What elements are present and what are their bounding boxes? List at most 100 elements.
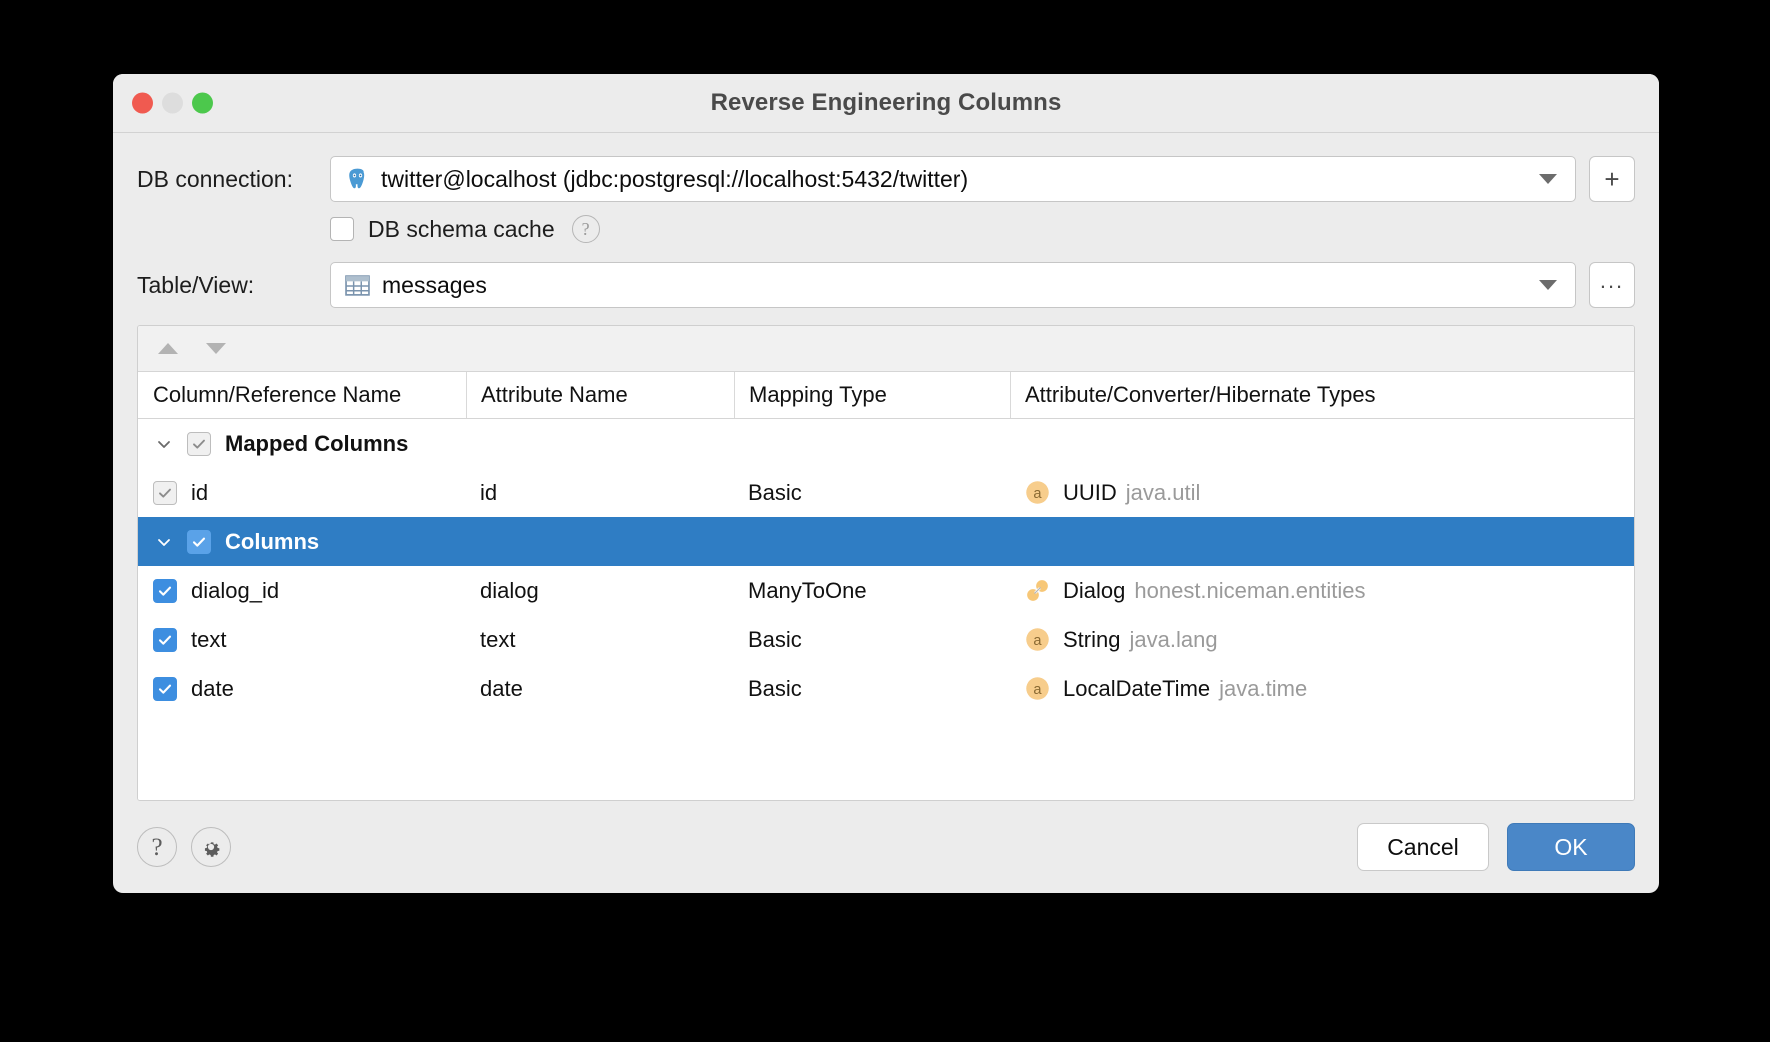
question-mark-icon: ? [151,833,163,861]
header-attribute-converter-hibernate-types[interactable]: Attribute/Converter/Hibernate Types [1010,372,1634,418]
row-type-package: java.lang [1129,626,1218,652]
db-connection-label: DB connection: [137,165,293,192]
row-name-cell: dialog_id [138,566,466,615]
close-button[interactable] [132,92,153,114]
entity-relation-icon [1027,580,1048,601]
db-schema-cache-label: DB schema cache [368,215,555,242]
table-row[interactable]: dialog_id dialog ManyToOne Dialog honest… [138,566,1634,615]
row-name-cell: Mapped Columns [138,419,466,468]
minimize-button[interactable] [162,92,183,114]
row-type-name: String [1063,626,1121,652]
chevron-down-icon[interactable] [153,533,175,551]
db-schema-cache-help-icon[interactable]: ? [571,215,600,243]
table-row[interactable]: Mapped Columns [138,419,1634,468]
table-row[interactable]: id id Basic a UUID java.util [138,468,1634,517]
attribute-icon: a [1026,481,1049,504]
move-down-icon[interactable] [206,343,226,354]
dialog-footer: ? Cancel OK [113,801,1659,893]
zoom-button[interactable] [192,92,213,114]
columns-table-body: Mapped Columns id id Basic a UUID java.u… [138,419,1634,800]
row-mapping-cell: Basic [748,626,802,652]
add-connection-button[interactable]: + [1589,156,1635,202]
row-mapping-cell: Basic [748,479,802,505]
row-type-cell: a LocalDateTime java.time [1010,664,1634,713]
chevron-down-icon[interactable] [1539,280,1557,290]
help-button[interactable]: ? [137,827,177,867]
row-name-label: Mapped Columns [225,430,409,456]
reverse-engineering-columns-dialog: Reverse Engineering Columns DB connectio… [113,74,1659,893]
columns-table-toolbar [138,326,1634,372]
dialog-title: Reverse Engineering Columns [710,89,1062,116]
table-row[interactable]: Columns [138,517,1634,566]
row-checkbox[interactable] [153,480,177,505]
columns-table-panel: Column/Reference Name Attribute Name Map… [137,325,1635,801]
row-name-label: Columns [225,528,320,554]
window-controls [132,92,213,114]
row-checkbox[interactable] [153,578,177,603]
row-name-cell: date [138,664,466,713]
svg-text:a: a [1033,486,1042,502]
ok-button[interactable]: OK [1507,823,1635,871]
row-type-name: LocalDateTime [1063,675,1211,701]
move-up-icon[interactable] [158,343,178,354]
row-attribute-cell [466,419,734,468]
row-mapping-cell: ManyToOne [748,577,867,603]
row-mapping-cell [734,419,1010,468]
row-name-label: id [191,479,209,505]
table-view-row: Table/View: messages ... [137,259,1635,311]
table-view-label: Table/View: [137,271,255,298]
row-checkbox[interactable] [187,529,211,554]
db-schema-cache-row: DB schema cache ? [137,207,1635,251]
browse-table-button[interactable]: ... [1589,262,1635,308]
columns-table-header: Column/Reference Name Attribute Name Map… [138,372,1634,419]
chevron-down-icon[interactable] [1539,174,1557,184]
row-attribute-cell: dialog [480,577,539,603]
row-name-label: dialog_id [191,577,280,603]
row-type-package: java.util [1125,479,1201,505]
screen-background: Reverse Engineering Columns DB connectio… [0,0,1770,1042]
table-row[interactable]: date date Basic a LocalDateTime java.tim… [138,664,1634,713]
table-view-value: messages [382,271,487,298]
db-connection-value: twitter@localhost (jdbc:postgresql://loc… [381,165,969,192]
row-mapping-cell [734,517,1010,566]
row-type-cell [1010,517,1634,566]
chevron-down-icon[interactable] [153,435,175,453]
row-type-cell [1010,419,1634,468]
row-name-cell: id [138,468,466,517]
attribute-icon: a [1026,677,1049,700]
postgresql-elephant-icon [349,168,365,188]
cancel-button[interactable]: Cancel [1357,823,1489,871]
row-type-name: UUID [1063,479,1117,505]
header-attribute-name[interactable]: Attribute Name [466,372,734,418]
db-connection-combobox[interactable]: twitter@localhost (jdbc:postgresql://loc… [330,156,1576,202]
row-name-cell: Columns [138,517,466,566]
row-attribute-cell: date [480,675,523,701]
row-type-cell: Dialog honest.niceman.entities [1010,566,1634,615]
row-name-label: date [191,675,234,701]
row-checkbox[interactable] [153,627,177,652]
row-type-cell: a UUID java.util [1010,468,1634,517]
dialog-body: DB connection: twitter@localhost (jdbc:p… [113,133,1659,801]
table-row[interactable]: text text Basic a String java.lang [138,615,1634,664]
row-attribute-cell [466,517,734,566]
row-type-name: Dialog [1063,577,1126,603]
settings-button[interactable] [191,827,231,867]
header-mapping-type[interactable]: Mapping Type [734,372,1010,418]
row-type-package: java.time [1219,675,1308,701]
row-name-cell: text [138,615,466,664]
row-checkbox[interactable] [153,676,177,701]
attribute-icon: a [1026,628,1049,651]
row-attribute-cell: id [480,479,498,505]
row-mapping-cell: Basic [748,675,802,701]
svg-text:a: a [1033,633,1042,649]
header-column-reference-name[interactable]: Column/Reference Name [138,372,466,418]
db-schema-cache-checkbox[interactable] [330,217,354,241]
row-name-label: text [191,626,227,652]
dialog-titlebar: Reverse Engineering Columns [113,74,1659,133]
gear-icon [204,842,220,857]
row-checkbox[interactable] [187,431,211,456]
row-type-cell: a String java.lang [1010,615,1634,664]
db-connection-row: DB connection: twitter@localhost (jdbc:p… [137,153,1635,205]
table-view-combobox[interactable]: messages [330,262,1576,308]
row-attribute-cell: text [480,626,516,652]
